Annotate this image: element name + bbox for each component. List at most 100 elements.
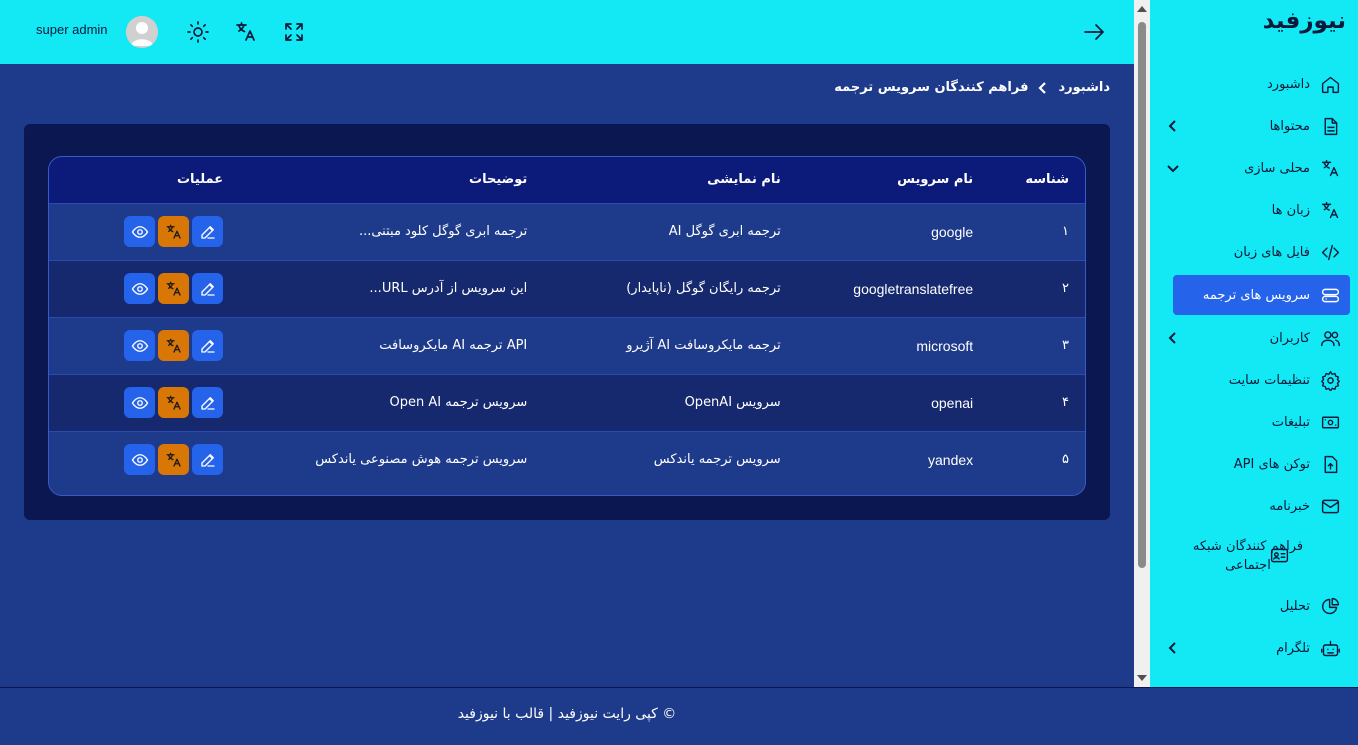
breadcrumb: داشبورد فراهم کنندگان سرویس ترجمه (834, 80, 1110, 95)
edit-button[interactable] (192, 273, 224, 304)
scrollbar-thumb[interactable] (1138, 22, 1146, 568)
cell-display-name: سرویس OpenAI (684, 395, 781, 410)
edit-button[interactable] (192, 216, 224, 247)
user-name[interactable]: super admin (36, 22, 108, 37)
sidebar-item-translation-services[interactable]: سرویس های ترجمه (1173, 275, 1350, 315)
eye-icon (131, 225, 148, 238)
view-button[interactable] (124, 273, 156, 304)
translate-icon (166, 452, 181, 467)
cell-description: API ترجمه AI مایکروسافت (379, 338, 528, 353)
column-header-id[interactable]: شناسه (989, 157, 1085, 203)
cell-display-name: سرویس ترجمه یاندکس (653, 452, 781, 468)
row-actions (65, 444, 224, 476)
home-icon (1319, 73, 1341, 95)
table-row: ۴ openai سرویس OpenAI سرویس ترجمه Open A… (49, 374, 1085, 431)
row-actions (65, 216, 224, 247)
cell-description: این سرویس از آدرس URL... (369, 281, 528, 296)
edit-button[interactable] (192, 330, 224, 361)
view-button[interactable] (124, 216, 156, 247)
column-header-service-name[interactable]: نام سرویس (797, 157, 989, 203)
cell-id: ۵ (1062, 452, 1069, 468)
breadcrumb-current: فراهم کنندگان سرویس ترجمه (834, 80, 1029, 95)
pie-chart-icon (1319, 595, 1341, 617)
eye-icon (131, 282, 148, 295)
sidebar-item-newsletter[interactable]: خبرنامه (1150, 485, 1358, 527)
table-row: ۳ microsoft ترجمه مایکروسافت AI آژیرو AP… (49, 317, 1085, 374)
translate-button[interactable] (158, 330, 190, 361)
server-icon (1319, 284, 1341, 306)
sidebar-item-site-settings[interactable]: تنظیمات سایت (1150, 359, 1358, 401)
sidebar-item-analytics[interactable]: تحلیل (1150, 585, 1358, 627)
scroll-up-arrow[interactable] (1137, 6, 1147, 12)
sidebar-item-label: محلی سازی (1244, 160, 1310, 176)
token-icon (1319, 453, 1341, 475)
column-header-display-name[interactable]: نام نمایشی (543, 157, 796, 203)
sidebar-item-contents[interactable]: محتواها (1150, 105, 1358, 147)
code-icon (1319, 241, 1341, 263)
brand-logo[interactable]: نیوزفید (1263, 8, 1346, 34)
chevron-left-icon (1166, 641, 1180, 655)
translate-button[interactable] (158, 216, 190, 247)
edit-icon (200, 225, 215, 239)
table-header-row: شناسه نام سرویس نام نمایشی توضیحات عملیا… (49, 157, 1085, 203)
sidebar-item-label: تنظیمات سایت (1228, 372, 1310, 388)
avatar[interactable] (126, 16, 158, 48)
row-actions (65, 273, 224, 304)
scroll-down-arrow[interactable] (1137, 675, 1147, 681)
gear-icon (1319, 369, 1341, 391)
cell-service-name: yandex (928, 451, 974, 468)
sun-icon[interactable] (186, 20, 210, 44)
money-icon (1319, 411, 1341, 433)
sidebar-item-languages[interactable]: زبان ها (1150, 189, 1358, 231)
translate-button[interactable] (158, 387, 190, 418)
cell-id: ۲ (1062, 281, 1069, 296)
translate-icon (166, 338, 181, 353)
chevron-down-icon (1166, 161, 1180, 175)
sidebar-item-social-providers[interactable]: فراهم کنندگان شبکه اجتماعی (1150, 527, 1358, 585)
sidebar-item-dashboard[interactable]: داشبورد (1150, 63, 1358, 105)
mail-icon (1319, 495, 1341, 517)
view-button[interactable] (124, 330, 156, 361)
cell-description: ترجمه ابری گوگل کلود مبتنی... (358, 224, 528, 239)
fullscreen-icon[interactable] (282, 20, 306, 44)
services-table-wrapper: شناسه نام سرویس نام نمایشی توضیحات عملیا… (48, 156, 1086, 496)
sidebar-item-label: کاربران (1269, 330, 1310, 346)
sidebar-item-ads[interactable]: تبلیغات (1150, 401, 1358, 443)
services-table: شناسه نام سرویس نام نمایشی توضیحات عملیا… (49, 157, 1085, 488)
edit-button[interactable] (192, 387, 224, 418)
translate-icon[interactable] (234, 20, 258, 44)
sidebar-item-localization[interactable]: محلی سازی (1150, 147, 1358, 189)
sidebar-item-label: تلگرام (1276, 640, 1310, 656)
cell-operations (49, 317, 239, 374)
sidebar-item-label: فایل های زبان (1233, 244, 1310, 260)
translate-button[interactable] (158, 273, 190, 304)
cell-id: ۴ (1062, 395, 1069, 410)
column-header-description[interactable]: توضیحات (239, 157, 543, 203)
edit-button[interactable] (192, 444, 224, 476)
cell-id: ۱ (1062, 224, 1069, 239)
arrow-right-icon[interactable] (1082, 20, 1106, 44)
scrollbar[interactable] (1134, 0, 1150, 687)
sidebar-item-label: داشبورد (1267, 76, 1310, 92)
cell-service-name: googletranslatefree (853, 280, 974, 297)
edit-icon (200, 282, 215, 296)
eye-icon (131, 396, 148, 409)
view-button[interactable] (124, 444, 156, 476)
cell-description: سرویس ترجمه Open AI (389, 395, 528, 410)
users-icon (1319, 327, 1341, 349)
chevron-left-icon (1166, 331, 1180, 345)
sidebar-item-telegram[interactable]: تلگرام (1150, 627, 1358, 669)
cell-service-name: microsoft (916, 337, 974, 354)
cell-id: ۳ (1062, 338, 1069, 353)
translate-button[interactable] (158, 444, 190, 476)
breadcrumb-root[interactable]: داشبورد (1058, 80, 1110, 95)
view-button[interactable] (124, 387, 156, 418)
sidebar-item-label: تبلیغات (1271, 414, 1310, 430)
sidebar-nav: داشبورد محتواها محلی سازی زبان ها فایل ه… (1150, 63, 1358, 669)
sidebar-item-label: خبرنامه (1269, 498, 1310, 514)
sidebar-item-language-files[interactable]: فایل های زبان (1150, 231, 1358, 273)
sidebar-item-users[interactable]: کاربران (1150, 317, 1358, 359)
sidebar-item-label: توکن های API (1233, 456, 1310, 472)
translate-icon (166, 224, 181, 239)
sidebar-item-api-tokens[interactable]: توکن های API (1150, 443, 1358, 485)
